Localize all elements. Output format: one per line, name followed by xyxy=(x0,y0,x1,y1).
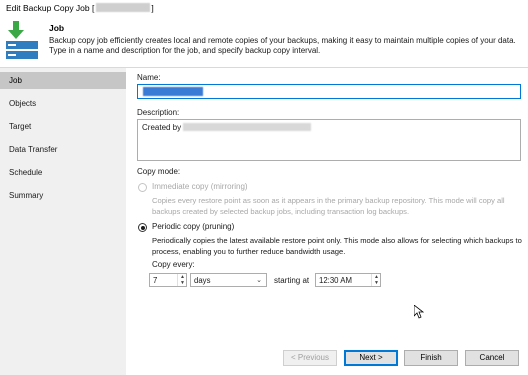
spin-down-icon[interactable]: ▼ xyxy=(373,280,380,286)
job-settings-panel: Name: Description: Created by Copy mode:… xyxy=(126,68,528,375)
finish-button[interactable]: Finish xyxy=(404,350,458,366)
periodic-copy-description: Periodically copies the latest available… xyxy=(152,236,522,256)
sidebar-item-objects[interactable]: Objects xyxy=(0,95,126,112)
sidebar-item-job[interactable]: Job xyxy=(0,72,126,89)
name-label: Name: xyxy=(137,73,161,82)
window-title-prefix: Edit Backup Copy Job [ xyxy=(6,3,95,13)
radio-selected-dot xyxy=(140,225,145,230)
start-time-spin-buttons: ▲ ▼ xyxy=(371,274,380,286)
next-button[interactable]: Next > xyxy=(344,350,398,366)
window-title-suffix: ] xyxy=(151,3,154,13)
description-prefix: Created by xyxy=(142,123,182,132)
description-textarea[interactable]: Created by xyxy=(137,119,521,161)
sidebar-item-summary[interactable]: Summary xyxy=(0,187,126,204)
name-input[interactable] xyxy=(137,84,521,99)
immediate-copy-radio[interactable] xyxy=(138,183,147,192)
sidebar-item-target[interactable]: Target xyxy=(0,118,126,135)
spin-down-icon[interactable]: ▼ xyxy=(179,280,186,286)
description-value: Created by xyxy=(142,123,312,132)
periodic-copy-label: Periodic copy (pruning) xyxy=(152,222,235,231)
sidebar-item-schedule[interactable]: Schedule xyxy=(0,164,126,181)
copy-mode-label: Copy mode: xyxy=(137,167,181,176)
copy-every-value: 7 xyxy=(153,276,158,285)
previous-button[interactable]: < Previous xyxy=(283,350,337,366)
window-titlebar: Edit Backup Copy Job [] xyxy=(0,0,528,17)
redacted-description xyxy=(183,123,312,131)
copy-every-stepper[interactable]: 7 ▲ ▼ xyxy=(149,273,187,287)
cancel-button[interactable]: Cancel xyxy=(465,350,519,366)
starting-at-label: starting at xyxy=(274,276,310,285)
header-title: Job xyxy=(49,23,65,33)
window-title: Edit Backup Copy Job [] xyxy=(6,3,154,13)
periodic-copy-radio[interactable] xyxy=(138,223,147,232)
wizard-header: Job Backup copy job efficiently creates … xyxy=(0,17,528,68)
header-description: Backup copy job efficiently creates loca… xyxy=(49,36,516,55)
start-time-value: 12:30 AM xyxy=(319,276,352,285)
copy-every-spin-buttons: ▲ ▼ xyxy=(177,274,186,286)
redacted-job-name xyxy=(96,3,151,12)
immediate-copy-label: Immediate copy (mirroring) xyxy=(152,182,248,191)
redacted-name-value xyxy=(143,87,203,96)
interval-unit-value: days xyxy=(194,276,211,285)
chevron-down-icon: ⌄ xyxy=(256,277,262,284)
copy-every-label: Copy every: xyxy=(152,260,195,269)
immediate-copy-description: Copies every restore point as soon as it… xyxy=(152,196,505,216)
start-time-picker[interactable]: 12:30 AM ▲ ▼ xyxy=(315,273,381,287)
sidebar-item-data-transfer[interactable]: Data Transfer xyxy=(0,141,126,158)
interval-unit-dropdown[interactable]: days ⌄ xyxy=(190,273,267,287)
description-label: Description: xyxy=(137,108,180,117)
wizard-steps-sidebar: Job Objects Target Data Transfer Schedul… xyxy=(0,68,126,375)
backup-copy-job-icon xyxy=(6,21,38,59)
mouse-pointer-icon xyxy=(414,305,424,319)
